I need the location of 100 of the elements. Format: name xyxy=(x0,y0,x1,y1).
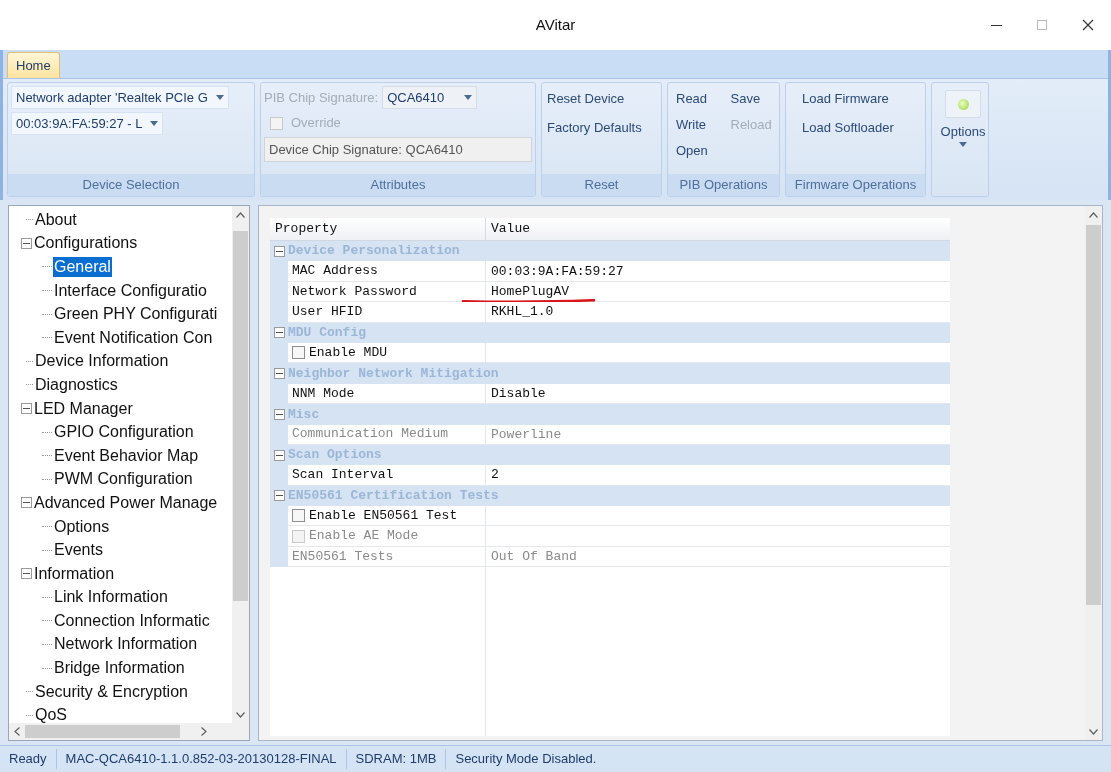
tree-item[interactable]: Events xyxy=(53,540,104,561)
property-name: Network Password xyxy=(292,282,417,301)
tree-item[interactable]: PWM Configuration xyxy=(53,469,194,490)
checkbox[interactable] xyxy=(292,509,305,523)
tree-item[interactable]: Options xyxy=(53,516,111,537)
tree-item[interactable]: GPIO Configuration xyxy=(53,422,195,443)
status-text: MAC-QCA6410-1.1.0.852-03-20130128-FINAL xyxy=(55,749,346,769)
property-row[interactable]: Network Password HomePlugAV xyxy=(270,281,950,303)
tree-item[interactable]: General xyxy=(53,257,112,277)
collapse-icon[interactable] xyxy=(273,327,285,339)
column-header[interactable]: Value xyxy=(486,218,950,240)
property-name: Enable AE Mode xyxy=(309,527,419,546)
category-label: MDU Config xyxy=(288,324,366,342)
property-name: NNM Mode xyxy=(292,384,355,403)
collapse-icon[interactable] xyxy=(21,237,32,249)
property-row[interactable]: Enable EN50561 Test xyxy=(270,506,950,527)
tree-item[interactable]: Bridge Information xyxy=(53,658,186,679)
tree-item[interactable]: Network Information xyxy=(53,634,199,655)
collapse-icon[interactable] xyxy=(21,497,32,509)
options-button[interactable]: Options xyxy=(935,86,991,147)
ribbon-tab[interactable]: Home xyxy=(7,52,60,78)
readonly-field: Device Chip Signature: QCA6410 xyxy=(264,137,532,162)
field-label: PIB Chip Signature: xyxy=(264,88,379,107)
dropdown-caret-icon xyxy=(215,95,224,100)
scroll-right-icon[interactable] xyxy=(201,727,207,736)
scroll-down-icon[interactable] xyxy=(1089,728,1098,735)
property-row[interactable]: Enable MDU xyxy=(270,342,950,364)
ribbon-button[interactable]: Reset Device xyxy=(545,86,627,112)
category-label: Misc xyxy=(288,405,320,424)
collapse-icon[interactable] xyxy=(273,408,285,420)
scroll-up-icon[interactable] xyxy=(1089,211,1098,218)
scroll-down-icon[interactable] xyxy=(236,711,245,718)
property-value[interactable]: Disable xyxy=(491,386,546,400)
collapse-icon[interactable] xyxy=(273,368,285,380)
ribbon-button[interactable]: Load Firmware xyxy=(800,86,891,112)
tree-item[interactable]: Green PHY Configurati xyxy=(53,304,219,325)
group-label: Attributes xyxy=(261,174,535,196)
property-name: MAC Address xyxy=(292,262,378,281)
checkbox-label: Override xyxy=(291,114,341,133)
checkbox[interactable] xyxy=(292,346,305,360)
property-row[interactable]: User HFID RKHL_1.0 xyxy=(270,302,950,323)
property-value[interactable]: 2 xyxy=(491,468,499,482)
tree-item[interactable]: Configurations xyxy=(33,233,139,254)
property-row[interactable]: MAC Address 00:03:9A:FA:59:27 xyxy=(270,261,950,282)
status-light-icon xyxy=(945,90,981,118)
tree-item[interactable]: Event Behavior Map xyxy=(53,445,200,466)
ribbon-button[interactable]: Read xyxy=(674,86,719,112)
tree-item[interactable]: Interface Configuratio xyxy=(53,280,208,301)
tree-item[interactable]: About xyxy=(34,209,78,230)
ribbon-button[interactable]: Open xyxy=(674,138,719,164)
group-label: PIB Operations xyxy=(668,174,779,196)
collapse-icon[interactable] xyxy=(273,449,285,461)
close-icon xyxy=(1082,19,1094,31)
property-name: Enable MDU xyxy=(309,343,387,362)
tree-item[interactable]: QoS xyxy=(34,705,68,723)
device-combo[interactable]: 00:03:9A:FA:59:27 - L xyxy=(11,112,164,135)
column-header[interactable]: Property xyxy=(270,218,486,240)
tree-item[interactable]: Security & Encryption xyxy=(34,681,189,702)
group-label: Reset xyxy=(542,174,661,196)
property-value[interactable]: 00:03:9A:FA:59:27 xyxy=(491,264,624,278)
ribbon-button[interactable]: Save xyxy=(728,86,773,112)
collapse-icon[interactable] xyxy=(273,490,285,502)
tree-item[interactable]: LED Manager xyxy=(33,398,134,419)
scrollbar[interactable] xyxy=(232,206,249,723)
property-row[interactable]: Scan Interval 2 xyxy=(270,465,950,486)
status-text: Ready xyxy=(8,750,48,769)
group-label: Firmware Operations xyxy=(786,174,925,196)
property-row[interactable]: NNM Mode Disable xyxy=(270,383,950,405)
property-value[interactable]: HomePlugAV xyxy=(491,284,569,298)
ribbon-button[interactable]: Write xyxy=(674,112,719,138)
dropdown-caret-icon xyxy=(150,121,159,126)
group-label: Device Selection xyxy=(8,174,254,196)
collapse-icon[interactable] xyxy=(21,568,32,580)
status-text: Security Mode Disabled. xyxy=(445,749,606,769)
tree-item[interactable]: Information xyxy=(33,563,116,584)
scroll-up-icon[interactable] xyxy=(236,211,245,218)
ribbon-button[interactable]: Factory Defaults xyxy=(545,115,644,141)
tree-item[interactable]: Device Information xyxy=(34,351,170,372)
window-title: AVitar xyxy=(535,14,576,35)
caret-icon xyxy=(959,141,967,147)
property-name: EN50561 Tests xyxy=(292,547,394,566)
tree-item[interactable]: Link Information xyxy=(53,587,169,608)
collapse-icon[interactable] xyxy=(21,403,32,415)
tree-item[interactable]: Event Notification Con xyxy=(53,327,214,348)
property-value[interactable]: RKHL_1.0 xyxy=(491,305,554,319)
category-label: Device Personalization xyxy=(288,242,460,261)
property-name: Enable EN50561 Test xyxy=(309,507,458,526)
status-text: SDRAM: 1MB xyxy=(345,749,446,769)
category-label: Scan Options xyxy=(288,446,382,465)
scroll-left-icon[interactable] xyxy=(14,727,20,736)
property-name: User HFID xyxy=(292,303,363,322)
property-name: Communication Medium xyxy=(292,425,449,444)
tree-item[interactable]: Connection Informatic xyxy=(53,610,211,631)
tree-item[interactable]: Diagnostics xyxy=(34,374,119,395)
tree-item[interactable]: Advanced Power Manage xyxy=(33,492,219,513)
ribbon-button[interactable]: Load Softloader xyxy=(800,115,896,141)
collapse-icon[interactable] xyxy=(273,245,285,257)
dropdown-caret-icon xyxy=(464,95,473,100)
device-combo[interactable]: Network adapter 'Realtek PCIe G xyxy=(11,86,229,109)
category-label: EN50561 Certification Tests xyxy=(288,487,499,506)
